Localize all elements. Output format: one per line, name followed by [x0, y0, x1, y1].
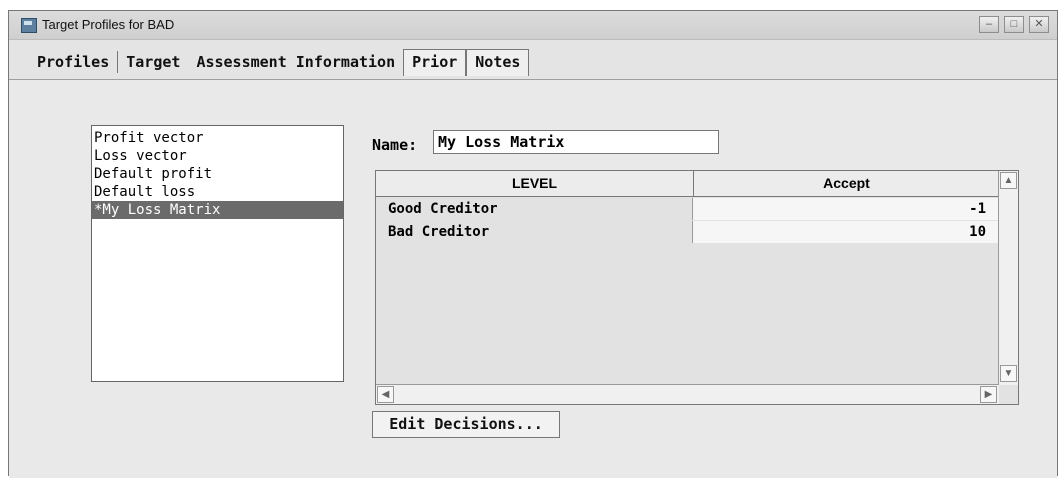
name-input[interactable]: [433, 130, 719, 154]
loss-matrix-grid[interactable]: LEVEL Accept Good Creditor -1 Bad Credit…: [375, 170, 1019, 405]
vertical-scrollbar[interactable]: ▲ ▼: [998, 171, 1018, 385]
title-bar: Target Profiles for BAD – □ ✕: [9, 11, 1057, 40]
name-label: Name:: [372, 136, 418, 154]
column-header-level[interactable]: LEVEL: [376, 171, 694, 196]
app-icon: [21, 18, 37, 33]
tab-profiles[interactable]: Profiles: [29, 51, 119, 73]
close-button[interactable]: ✕: [1029, 16, 1049, 33]
list-item[interactable]: Default profit: [92, 165, 343, 183]
row-level-cell: Bad Creditor: [376, 221, 693, 243]
edit-decisions-button[interactable]: Edit Decisions...: [372, 411, 560, 438]
column-header-accept[interactable]: Accept: [694, 171, 999, 196]
row-accept-cell[interactable]: -1: [693, 198, 998, 220]
list-item[interactable]: Profit vector: [92, 129, 343, 147]
profiles-listbox[interactable]: Profit vector Loss vector Default profit…: [91, 125, 344, 382]
maximize-button[interactable]: □: [1004, 16, 1024, 33]
horizontal-scrollbar[interactable]: ◀ ▶: [376, 384, 999, 404]
scroll-up-icon[interactable]: ▲: [1000, 172, 1017, 189]
list-item[interactable]: Loss vector: [92, 147, 343, 165]
tab-prior[interactable]: Prior: [403, 48, 467, 76]
tab-panel: Profit vector Loss vector Default profit…: [9, 79, 1057, 478]
tab-assessment-information[interactable]: Assessment Information: [188, 51, 403, 73]
window-title: Target Profiles for BAD: [42, 17, 175, 32]
scroll-left-icon[interactable]: ◀: [377, 386, 394, 403]
list-item-selected[interactable]: *My Loss Matrix: [92, 201, 343, 219]
tab-strip: Profiles Target Assessment Information P…: [29, 47, 530, 77]
minimize-button[interactable]: –: [979, 16, 999, 33]
grid-header: LEVEL Accept: [376, 171, 999, 197]
row-accept-cell[interactable]: 10: [693, 221, 998, 243]
scroll-right-icon[interactable]: ▶: [980, 386, 997, 403]
tab-target[interactable]: Target: [118, 51, 188, 73]
list-item[interactable]: Default loss: [92, 183, 343, 201]
scroll-down-icon[interactable]: ▼: [1000, 365, 1017, 382]
row-level-cell: Good Creditor: [376, 198, 693, 220]
tab-notes[interactable]: Notes: [466, 48, 530, 76]
table-row: Good Creditor -1: [376, 198, 999, 220]
target-profiles-window: Target Profiles for BAD – □ ✕ Profiles T…: [8, 10, 1058, 478]
table-row: Bad Creditor 10: [376, 221, 999, 243]
